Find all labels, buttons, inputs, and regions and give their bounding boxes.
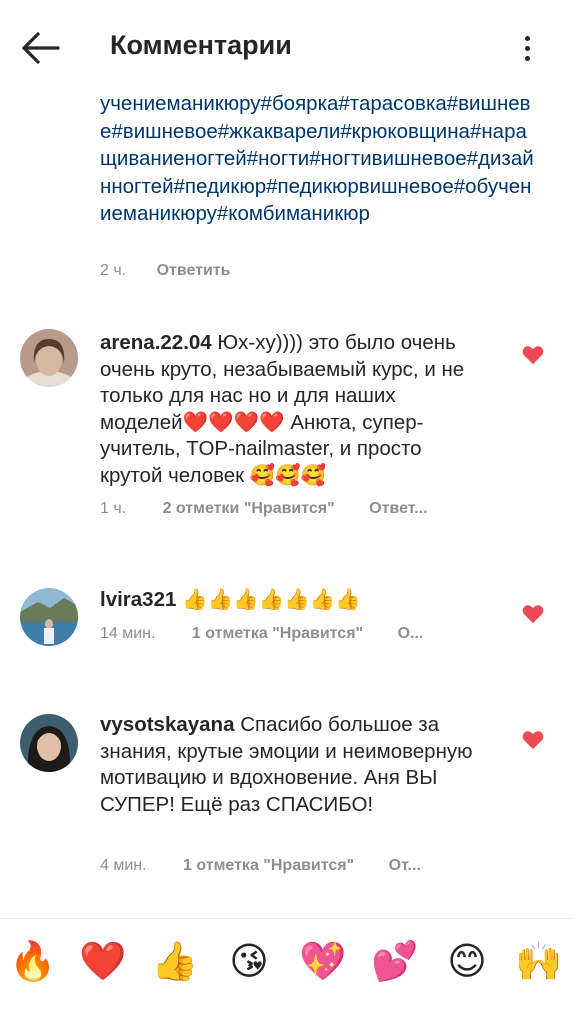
comment-username[interactable]: arena.22.04 — [100, 331, 212, 354]
comment-username[interactable]: lvira321 — [100, 588, 176, 611]
fire-emoji-button[interactable]: 🔥 — [8, 937, 58, 987]
comment-body: lvira321 👍👍👍👍👍👍👍 — [100, 587, 480, 614]
avatar[interactable] — [20, 588, 78, 646]
avatar[interactable] — [20, 714, 78, 772]
page-title: Комментарии — [110, 30, 292, 60]
caption-hashtags[interactable]: учениеманикюру#боярка#тарасовка#вишневе#… — [100, 90, 540, 228]
smiling-hearts-emoji: 🥰🥰🥰 — [249, 463, 327, 487]
heart-icon[interactable] — [522, 730, 544, 750]
comment-username[interactable]: vysotskayana — [100, 713, 234, 736]
comment-meta: 1 ч. 2 отметки "Нравится" Ответ... — [100, 500, 428, 518]
sparkling-heart-emoji-button[interactable]: 💖 — [298, 937, 348, 987]
more-vertical-icon — [524, 35, 530, 41]
comment-body: arena.22.04 Юх-ху)))) это было очень оче… — [100, 330, 480, 489]
reply-button[interactable]: Ответ... — [369, 500, 427, 518]
likes-count[interactable]: 1 отметка "Нравится" — [183, 857, 354, 875]
back-button[interactable] — [18, 28, 62, 68]
red-heart-emoji-button[interactable]: ❤️ — [78, 937, 128, 987]
caption-meta: 2 ч. Ответить — [100, 262, 231, 280]
comment-body: vysotskayana Спасибо большое за знания, … — [100, 712, 480, 818]
avatar[interactable] — [20, 329, 78, 387]
smile-emoji-button[interactable]: 😊 — [442, 937, 492, 987]
thumbs-up-emoji: 👍👍👍👍👍👍👍 — [182, 588, 361, 611]
thumbs-up-emoji-button[interactable]: 👍 — [150, 937, 200, 987]
heart-icon[interactable] — [522, 345, 544, 365]
two-hearts-emoji-button[interactable]: 💕 — [370, 937, 420, 987]
comment-time: 1 ч. — [100, 500, 127, 517]
comment-time: 14 мин. — [100, 625, 156, 642]
caption-reply-button[interactable]: Ответить — [157, 262, 231, 280]
reply-button[interactable]: От... — [389, 857, 421, 875]
kiss-emoji-button[interactable]: 😘 — [224, 937, 274, 987]
more-options-button[interactable] — [510, 28, 544, 68]
likes-count[interactable]: 2 отметки "Нравится" — [163, 500, 335, 518]
arrow-left-icon — [22, 32, 60, 64]
heart-icon[interactable] — [522, 604, 544, 624]
header-bar: Комментарии — [0, 0, 573, 96]
raised-hands-emoji-button[interactable]: 🙌 — [514, 937, 564, 987]
comment-meta: 4 мин. 1 отметка "Нравится" От... — [100, 857, 421, 875]
emoji-reaction-bar: 🔥 ❤️ 👍 😘 💖 💕 😊 🙌 — [0, 919, 573, 1024]
caption-time: 2 ч. — [100, 262, 127, 279]
reply-button[interactable]: О... — [398, 625, 424, 643]
comment-time: 4 мин. — [100, 857, 147, 874]
comment-meta: 14 мин. 1 отметка "Нравится" О... — [100, 625, 423, 643]
hearts-emoji: ❤️❤️❤️❤️ — [182, 410, 285, 434]
likes-count[interactable]: 1 отметка "Нравится" — [192, 625, 363, 643]
